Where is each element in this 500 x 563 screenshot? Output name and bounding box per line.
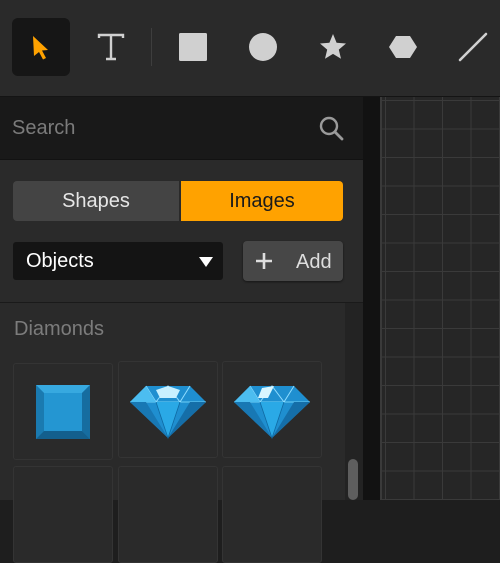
category-select[interactable]: Objects: [13, 242, 223, 280]
search-input[interactable]: [12, 113, 302, 143]
square-icon: [179, 33, 207, 61]
tab-shapes-label: Shapes: [62, 189, 130, 212]
image-tile[interactable]: [118, 361, 218, 458]
circle-icon: [249, 33, 277, 61]
polygon-tool-button[interactable]: [374, 18, 432, 76]
select-tool-button[interactable]: [12, 18, 70, 76]
toolbar-separator: [151, 28, 152, 66]
image-tile[interactable]: [13, 466, 113, 563]
caret-down-icon: [199, 257, 213, 267]
panel-splitter[interactable]: [363, 97, 380, 500]
diamond-gem-icon: [234, 384, 310, 439]
category-select-value: Objects: [26, 250, 94, 272]
image-tile[interactable]: [222, 361, 322, 458]
image-tile[interactable]: [222, 466, 322, 563]
add-button-label: Add: [296, 251, 332, 273]
image-tile[interactable]: [13, 363, 113, 460]
hexagon-icon: [389, 36, 417, 58]
design-canvas[interactable]: [380, 97, 500, 500]
diamond-gem-icon: [130, 384, 206, 439]
star-icon: [320, 34, 346, 59]
section-title: Diamonds: [14, 318, 105, 340]
tab-shapes[interactable]: Shapes: [13, 181, 179, 221]
tab-images[interactable]: Images: [181, 181, 343, 221]
scrollbar-thumb[interactable]: [348, 459, 358, 500]
plus-icon: [256, 253, 272, 269]
rectangle-tool-button[interactable]: [164, 18, 222, 76]
add-button[interactable]: Add: [243, 241, 343, 281]
search-icon[interactable]: [318, 115, 346, 143]
arrow-pointer-icon: [33, 36, 48, 60]
line-tool-button[interactable]: [444, 18, 500, 76]
tab-images-label: Images: [229, 189, 295, 212]
search-bar: [0, 97, 363, 160]
image-tile[interactable]: [118, 466, 218, 563]
sidebar-panel: Shapes Images Objects Add Diamonds: [0, 97, 363, 563]
panel-divider: [0, 302, 363, 303]
top-toolbar: [0, 0, 500, 97]
text-tool-button[interactable]: [82, 18, 140, 76]
line-icon: [458, 32, 488, 62]
square-gem-icon: [36, 384, 90, 439]
text-t-icon: [97, 33, 125, 61]
ellipse-tool-button[interactable]: [234, 18, 292, 76]
star-tool-button[interactable]: [304, 18, 362, 76]
